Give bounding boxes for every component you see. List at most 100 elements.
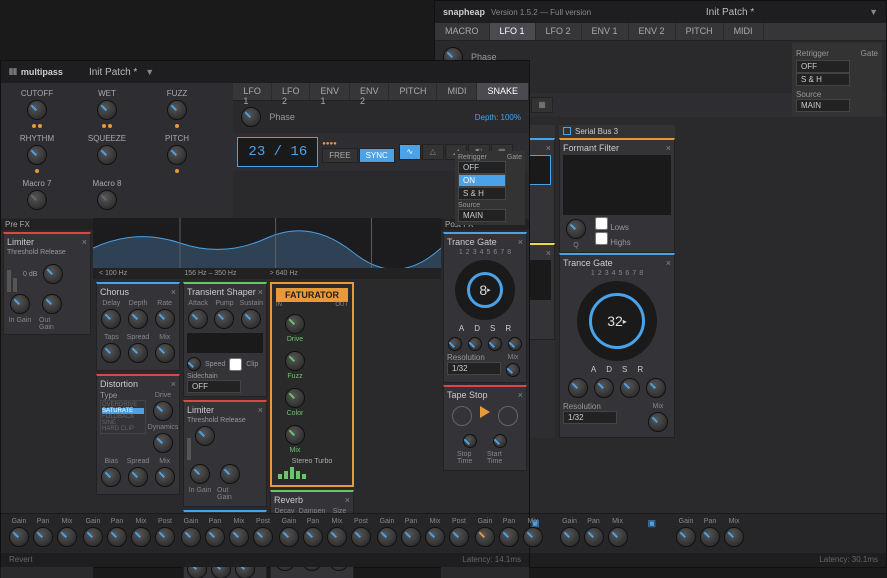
g[interactable] xyxy=(83,527,103,547)
d-knob[interactable] xyxy=(594,378,614,398)
s7[interactable]: 7 xyxy=(500,249,504,256)
rel-knob[interactable] xyxy=(195,426,215,446)
delay-knob[interactable] xyxy=(101,309,121,329)
s3[interactable]: 3 xyxy=(473,249,477,256)
mix-knob[interactable] xyxy=(506,363,520,377)
sc-select[interactable]: OFF xyxy=(187,380,241,393)
route-icon[interactable]: ▣ xyxy=(648,518,657,549)
free-button[interactable]: FREE xyxy=(322,148,357,163)
mix-knob[interactable] xyxy=(155,467,175,487)
s4[interactable]: 4 xyxy=(480,249,484,256)
close-icon[interactable]: × xyxy=(345,495,350,505)
d-knob[interactable] xyxy=(468,337,482,351)
close-icon[interactable]: × xyxy=(518,237,523,247)
step-2[interactable]: 2 xyxy=(598,270,602,277)
source-select[interactable]: MAIN xyxy=(796,99,850,112)
tab-env2[interactable]: ENV 2 xyxy=(629,23,676,40)
prefx-header[interactable]: Pre FX xyxy=(1,219,93,230)
s8[interactable]: 8 xyxy=(507,249,511,256)
dropdown-icon[interactable]: ▼ xyxy=(145,67,154,77)
q-knob[interactable] xyxy=(566,219,586,239)
po[interactable] xyxy=(351,527,371,547)
opt-on[interactable]: ON xyxy=(458,174,506,187)
macro-knob[interactable] xyxy=(97,145,117,165)
lows-check[interactable] xyxy=(595,217,608,230)
g[interactable] xyxy=(181,527,201,547)
dyn-knob[interactable] xyxy=(153,433,173,453)
color-knob[interactable] xyxy=(285,388,305,408)
p[interactable] xyxy=(499,527,519,547)
step-5[interactable]: 5 xyxy=(619,270,623,277)
po[interactable] xyxy=(449,527,469,547)
wave-sine[interactable]: ∿ xyxy=(399,144,421,160)
release-knob[interactable] xyxy=(43,264,63,284)
patch-selector[interactable]: Init Patch * xyxy=(706,7,754,18)
opt-off[interactable]: OFF xyxy=(458,161,506,174)
a-knob[interactable] xyxy=(568,378,588,398)
spread-knob[interactable] xyxy=(128,343,148,363)
step-7[interactable]: 7 xyxy=(632,270,636,277)
close-icon[interactable]: × xyxy=(546,143,551,153)
ingain-knob[interactable] xyxy=(10,294,30,314)
macro-knob[interactable] xyxy=(97,100,117,120)
macro-knob[interactable] xyxy=(27,100,47,120)
tab-env1[interactable]: ENV 1 xyxy=(582,23,629,40)
out-knob[interactable] xyxy=(220,464,240,484)
retrigger-sh[interactable]: S & H xyxy=(796,73,850,86)
s-knob[interactable] xyxy=(488,337,502,351)
tab-snake[interactable]: SNAKE xyxy=(477,83,529,100)
tab-midi[interactable]: MIDI xyxy=(437,83,477,100)
mix-knob[interactable] xyxy=(155,343,175,363)
step-4[interactable]: 4 xyxy=(612,270,616,277)
close-icon[interactable]: × xyxy=(666,143,671,153)
band-2-label[interactable]: 156 Hz – 350 Hz xyxy=(184,270,269,277)
m[interactable] xyxy=(425,527,445,547)
retrigger-off[interactable]: OFF xyxy=(796,60,850,73)
tab-lfo2[interactable]: LFO 2 xyxy=(536,23,582,40)
highs-check[interactable] xyxy=(595,232,608,245)
g[interactable] xyxy=(377,527,397,547)
close-icon[interactable]: × xyxy=(258,405,263,415)
pan-knob[interactable] xyxy=(584,527,604,547)
revert-button[interactable]: Revert xyxy=(9,555,33,564)
gate-radial[interactable]: 32▸ xyxy=(577,281,657,361)
step-6[interactable]: 6 xyxy=(625,270,629,277)
sustain-knob[interactable] xyxy=(241,309,261,329)
mix-knob[interactable] xyxy=(648,412,668,432)
band-1-label[interactable]: < 100 Hz xyxy=(99,270,184,277)
close-icon[interactable]: × xyxy=(82,237,87,247)
depth-knob[interactable] xyxy=(128,309,148,329)
drive-knob[interactable] xyxy=(153,401,173,421)
gain-knob[interactable] xyxy=(676,527,696,547)
opt-sh[interactable]: S & H xyxy=(458,187,506,200)
pump-knob[interactable] xyxy=(214,309,234,329)
s2[interactable]: 2 xyxy=(466,249,470,256)
s1[interactable]: 1 xyxy=(459,249,463,256)
taps-knob[interactable] xyxy=(101,343,121,363)
col-title[interactable]: Serial Bus 3 xyxy=(575,127,618,136)
po[interactable] xyxy=(253,527,273,547)
play-button[interactable] xyxy=(480,406,490,418)
tab-lfo1[interactable]: LFO 1 xyxy=(490,23,536,40)
p[interactable] xyxy=(205,527,225,547)
tab-midi[interactable]: MIDI xyxy=(724,23,764,40)
a-knob[interactable] xyxy=(448,337,462,351)
tg-radial[interactable]: 8▸ xyxy=(455,260,515,320)
in-knob[interactable] xyxy=(190,464,210,484)
close-icon[interactable]: × xyxy=(171,379,176,389)
m[interactable] xyxy=(229,527,249,547)
r-knob[interactable] xyxy=(646,378,666,398)
pan-knob[interactable] xyxy=(700,527,720,547)
patch-selector[interactable]: Init Patch * xyxy=(89,67,137,78)
wave-noise[interactable]: ▦ xyxy=(531,97,553,113)
tab-env2[interactable]: ENV 2 xyxy=(350,83,390,100)
speed-knob[interactable] xyxy=(187,357,201,371)
macro-knob[interactable] xyxy=(27,190,47,210)
close-icon[interactable]: × xyxy=(546,248,551,258)
bias-knob[interactable] xyxy=(101,467,121,487)
step-3[interactable]: 3 xyxy=(605,270,609,277)
s5[interactable]: 5 xyxy=(487,249,491,256)
m[interactable] xyxy=(523,527,543,547)
g[interactable] xyxy=(279,527,299,547)
stop-knob[interactable] xyxy=(463,434,477,448)
